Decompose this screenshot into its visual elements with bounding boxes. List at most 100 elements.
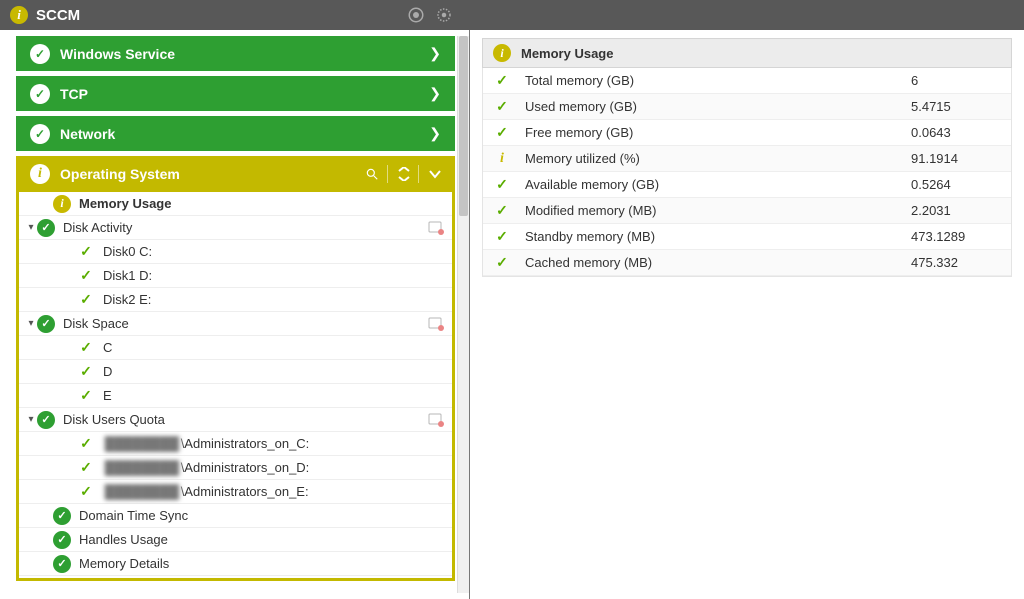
expand-toggle-icon[interactable]: ▾ [25,222,37,233]
tree-label: Memory Usage [79,196,444,211]
metric-value: 2.2031 [911,203,1001,218]
tree-item-disk-space[interactable]: ▾ ✓ Disk Space [19,312,452,336]
check-icon: ✓ [80,243,92,260]
detail-row: ✓Used memory (GB)5.4715 [483,94,1011,120]
tree-item[interactable]: ✓D [19,360,452,384]
check-icon: ✓ [80,267,92,284]
redacted-text: ████████ [103,460,181,475]
check-icon: ✓ [80,363,92,380]
info-icon: i [493,44,511,62]
tree-item[interactable]: ✓████████\Administrators_on_C: [19,432,452,456]
tree-item-memory-usage[interactable]: i Memory Usage [19,192,452,216]
ok-icon: ✓ [37,219,55,237]
tree-label: E [103,388,444,403]
ok-badge-icon: ✓ [30,44,50,64]
tree-item-handles-usage[interactable]: ✓ Handles Usage [19,528,452,552]
detail-row: ✓ Standby memory (MB)473.1289 [483,224,1011,250]
check-icon: ✓ [80,339,92,356]
check-icon: ✓ [496,254,508,271]
app-title: SCCM [36,7,80,24]
metric-value: 5.4715 [911,99,1001,114]
tree-item[interactable]: ✓Disk0 C: [19,240,452,264]
tree-label: ████████\Administrators_on_E: [103,484,444,499]
tree-label: Handles Usage [79,532,444,547]
detail-panel: i Memory Usage ✓Total memory (GB)6 ✓Used… [470,30,1024,599]
metric-label: Used memory (GB) [525,99,911,114]
app-info-icon: i [10,6,28,24]
metric-label: Modified memory (MB) [525,203,911,218]
expand-toggle-icon[interactable]: ▾ [25,414,37,425]
chevron-right-icon: ❯ [429,85,441,102]
sidebar: ✓ Windows Service ❯ ✓ TCP ❯ ✓ Network ❯ … [0,30,470,599]
header-gear-icon[interactable] [434,5,454,25]
detail-row: ✓ Modified memory (MB)2.2031 [483,198,1011,224]
info-badge-icon: i [30,164,50,184]
metric-label: Total memory (GB) [525,73,911,88]
tree-item[interactable]: ✓Disk2 E: [19,288,452,312]
header-alert-icon[interactable] [406,5,426,25]
group-tcp[interactable]: ✓ TCP ❯ [16,76,455,116]
check-icon: ✓ [496,124,508,141]
collapse-all-icon[interactable] [398,167,410,181]
tree-item[interactable]: ✓████████\Administrators_on_E: [19,480,452,504]
tree-label: C [103,340,444,355]
row-action-icon[interactable] [428,413,444,427]
ok-icon: ✓ [37,411,55,429]
row-action-icon[interactable] [428,221,444,235]
ok-badge-icon: ✓ [30,84,50,104]
tree-item-domain-time-sync[interactable]: ✓ Domain Time Sync [19,504,452,528]
detail-row: ✓ Cached memory (MB)475.332 [483,250,1011,276]
detail-row: iMemory utilized (%)91.1914 [483,146,1011,172]
group-network[interactable]: ✓ Network ❯ [16,116,455,156]
tree-label: Domain Time Sync [79,508,444,523]
tree-label: Disk Users Quota [63,412,428,427]
detail-row: ✓ Available memory (GB)0.5264 [483,172,1011,198]
ok-icon: ✓ [53,555,71,573]
chevron-down-icon[interactable] [429,169,441,179]
row-action-icon[interactable] [428,317,444,331]
tree-item[interactable]: ✓C [19,336,452,360]
metric-value: 0.5264 [911,177,1001,192]
ok-icon: ✓ [53,507,71,525]
search-icon[interactable] [365,167,379,181]
tree-item-disk-users-quota[interactable]: ▾ ✓ Disk Users Quota [19,408,452,432]
detail-table: ✓Total memory (GB)6 ✓Used memory (GB)5.4… [482,68,1012,277]
redacted-text: ████████ [103,436,181,451]
scrollbar-thumb[interactable] [459,36,468,216]
divider [387,165,388,183]
metric-label: Available memory (GB) [525,177,911,192]
tree-label: D [103,364,444,379]
metric-value: 475.332 [911,255,1001,270]
check-icon: ✓ [496,202,508,219]
tree-item-disk-activity[interactable]: ▾ ✓ Disk Activity [19,216,452,240]
redacted-text: ████████ [103,484,181,499]
check-icon: ✓ [80,435,92,452]
metric-value: 6 [911,73,1001,88]
expand-toggle-icon[interactable]: ▾ [25,318,37,329]
tree-item[interactable]: ✓████████\Administrators_on_D: [19,456,452,480]
app-header: i SCCM [0,0,1024,30]
tree-label: Disk Activity [63,220,428,235]
group-windows-service[interactable]: ✓ Windows Service ❯ [16,36,455,76]
tree-label: Disk1 D: [103,268,444,283]
group-label: Network [60,126,429,142]
tree-item[interactable]: ✓E [19,384,452,408]
check-icon: ✓ [496,228,508,245]
metric-value: 473.1289 [911,229,1001,244]
ok-icon: ✓ [53,531,71,549]
group-operating-system[interactable]: i Operating System [16,156,455,192]
chevron-right-icon: ❯ [429,125,441,142]
ok-badge-icon: ✓ [30,124,50,144]
detail-title: Memory Usage [521,46,613,61]
detail-header: i Memory Usage [482,38,1012,68]
tree-item[interactable]: ✓ Disk1 D: [19,264,452,288]
sidebar-scrollbar[interactable] [457,36,469,593]
check-icon: ✓ [496,176,508,193]
tree-item-memory-details[interactable]: ✓Memory Details [19,552,452,576]
detail-row: ✓Free memory (GB)0.0643 [483,120,1011,146]
tree-label: ████████\Administrators_on_D: [103,460,444,475]
group-label: TCP [60,86,429,102]
metric-label: Cached memory (MB) [525,255,911,270]
metric-label: Standby memory (MB) [525,229,911,244]
info-icon: i [53,195,71,213]
